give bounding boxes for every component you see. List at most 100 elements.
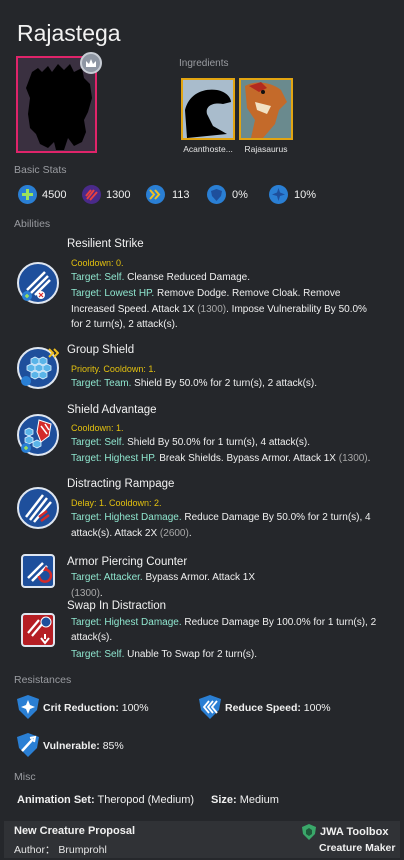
ability-line: for 2 turn(s), 2 attack(s). bbox=[71, 317, 178, 333]
ability-line: Target: Self. Unable To Swap for 2 turn(… bbox=[71, 647, 257, 663]
armor-piercing-counter-icon[interactable] bbox=[21, 554, 55, 588]
ability-target: Target: Attacker. bbox=[71, 572, 143, 583]
ability-name: Group Shield bbox=[67, 344, 135, 356]
resistance-name: Vulnerable: bbox=[43, 740, 100, 752]
ability-text: . bbox=[367, 453, 371, 464]
resistances-label: Resistances bbox=[14, 674, 72, 686]
ability-text: . bbox=[188, 528, 192, 539]
ability-target: Target: Lowest HP. bbox=[71, 288, 155, 299]
reduce-speed-icon bbox=[199, 695, 221, 719]
ability-name: Distracting Rampage bbox=[67, 478, 175, 490]
stat-health-value: 4500 bbox=[42, 189, 67, 201]
size: Size: Medium bbox=[211, 794, 279, 806]
animation-set-label: Animation Set: bbox=[17, 794, 95, 806]
jwa-toolbox-logo-icon bbox=[302, 824, 316, 840]
ability-target: Target: Self. bbox=[71, 437, 125, 448]
vulnerable-icon bbox=[17, 733, 39, 757]
stat-armor-value: 0% bbox=[232, 189, 248, 201]
ability-name: Swap In Distraction bbox=[67, 600, 167, 612]
ability-line: Target: Highest Damage. Reduce Damage By… bbox=[71, 615, 376, 631]
crown-icon bbox=[80, 52, 102, 74]
ability-text: Shield By 50.0% for 1 turn(s), 4 attack(… bbox=[124, 437, 310, 448]
ingredient-silhouette bbox=[183, 80, 233, 138]
ability-target: Target: Self. bbox=[71, 272, 125, 283]
ability-text: Break Shields. Bypass Armor. Attack 1X bbox=[156, 453, 339, 464]
resistance-name: Crit Reduction: bbox=[43, 702, 119, 714]
abilities-label: Abilities bbox=[14, 218, 51, 230]
footer-title: New Creature Proposal bbox=[14, 825, 136, 837]
ability-text: Reduce Damage By 50.0% for 2 turn(s), 4 bbox=[181, 512, 371, 523]
ability-line: Target: Self. Cleanse Reduced Damage. bbox=[71, 270, 250, 286]
stat-damage-value: 1300 bbox=[106, 189, 131, 201]
group-shield-icon[interactable] bbox=[17, 347, 60, 389]
ability-line: Target: Highest Damage. Reduce Damage By… bbox=[71, 510, 371, 526]
ability-line: Increased Speed. Attack 1X (1300). Impos… bbox=[71, 302, 367, 318]
ability-text: . Impose Vulnerability By 50.0% bbox=[226, 304, 367, 315]
ability-line: Target: Highest HP. Break Shields. Bypas… bbox=[71, 451, 370, 467]
resistance-vulnerable: Vulnerable: 85% bbox=[43, 740, 124, 752]
ingredient-name: Acanthoste... bbox=[183, 144, 233, 154]
resistance-name: Reduce Speed: bbox=[225, 702, 301, 714]
ability-target: Target: Highest HP. bbox=[71, 453, 157, 464]
ability-name: Shield Advantage bbox=[67, 404, 157, 416]
crit-reduction-icon bbox=[17, 695, 39, 719]
ability-name: Resilient Strike bbox=[67, 238, 144, 250]
ability-text: Bypass Armor. Attack 1X bbox=[142, 572, 255, 583]
ability-text: attack(s). Attack 2X bbox=[71, 528, 160, 539]
armor-icon bbox=[207, 185, 226, 204]
ability-line: attack(s). bbox=[71, 630, 112, 646]
animation-set-value: Theropod (Medium) bbox=[94, 794, 195, 806]
ability-target: Target: Team. bbox=[71, 378, 132, 389]
misc-label: Misc bbox=[14, 771, 36, 783]
ability-text: Increased Speed. Attack 1X bbox=[71, 304, 198, 315]
swap-in-distraction-icon[interactable] bbox=[21, 613, 55, 647]
damage-icon bbox=[82, 185, 101, 204]
ability-damage-value: (1300) bbox=[71, 588, 100, 599]
resilient-strike-icon[interactable] bbox=[17, 262, 59, 304]
creature-name: Rajastega bbox=[17, 20, 121, 46]
ability-line: Target: Team. Shield By 50.0% for 2 turn… bbox=[71, 376, 317, 392]
ability-damage-value: (1300) bbox=[338, 453, 368, 464]
ingredient-image bbox=[241, 80, 291, 138]
ability-target: Target: Highest Damage. bbox=[71, 617, 182, 628]
ability-line: Target: Self. Shield By 50.0% for 1 turn… bbox=[71, 435, 310, 451]
ability-name: Armor Piercing Counter bbox=[67, 556, 188, 568]
ability-text: for 2 turn(s), 2 attack(s). bbox=[71, 319, 178, 330]
ability-text: Cleanse Reduced Damage. bbox=[124, 272, 250, 283]
ability-line: Target: Attacker. Bypass Armor. Attack 1… bbox=[71, 570, 255, 586]
ability-text: Remove Dodge. Remove Cloak. Remove bbox=[154, 288, 341, 299]
resistance-crit-reduction: Crit Reduction: 100% bbox=[43, 702, 149, 714]
size-label: Size: bbox=[211, 794, 237, 806]
ingredient-rajasaurus[interactable] bbox=[239, 78, 293, 140]
ability-target: Target: Self. bbox=[71, 649, 125, 660]
resistance-value: 100% bbox=[118, 702, 149, 714]
resistance-reduce-speed: Reduce Speed: 100% bbox=[225, 702, 331, 714]
ability-line: attack(s). Attack 2X (2600). bbox=[71, 526, 192, 542]
ability-text: . bbox=[99, 588, 103, 599]
ability-text: Reduce Damage By 100.0% for 1 turn(s), 2 bbox=[181, 617, 377, 628]
speed-icon bbox=[146, 185, 165, 204]
ability-text: attack(s). bbox=[71, 632, 113, 643]
shield-advantage-icon[interactable] bbox=[17, 414, 59, 456]
resistance-value: 85% bbox=[99, 740, 124, 752]
size-value: Medium bbox=[236, 794, 279, 806]
ability-damage-value: (2600) bbox=[159, 528, 189, 539]
ability-target: Target: Highest Damage. bbox=[71, 512, 182, 523]
crit-icon bbox=[269, 185, 288, 204]
ability-text: Shield By 50.0% for 2 turn(s), 2 attack(… bbox=[131, 378, 318, 389]
ingredients-label: Ingredients bbox=[179, 58, 229, 69]
ability-line: Target: Lowest HP. Remove Dodge. Remove … bbox=[71, 286, 340, 302]
ingredient-acanthostega[interactable] bbox=[181, 78, 235, 140]
stat-speed-value: 113 bbox=[172, 189, 190, 201]
stat-crit-value: 10% bbox=[294, 189, 317, 201]
basic-stats-label: Basic Stats bbox=[14, 164, 67, 176]
footer-subtitle: Creature Maker bbox=[319, 842, 396, 854]
footer-author: Author： Brumprohl bbox=[14, 844, 107, 856]
resistance-value: 100% bbox=[300, 702, 331, 714]
ability-damage-value: (1300) bbox=[197, 304, 227, 315]
ability-text: Unable To Swap for 2 turn(s). bbox=[124, 649, 258, 660]
footer-brand: JWA Toolbox bbox=[320, 826, 389, 838]
distracting-rampage-icon[interactable] bbox=[17, 487, 59, 529]
ingredient-name: Rajasaurus bbox=[244, 144, 288, 154]
health-icon bbox=[18, 185, 37, 204]
